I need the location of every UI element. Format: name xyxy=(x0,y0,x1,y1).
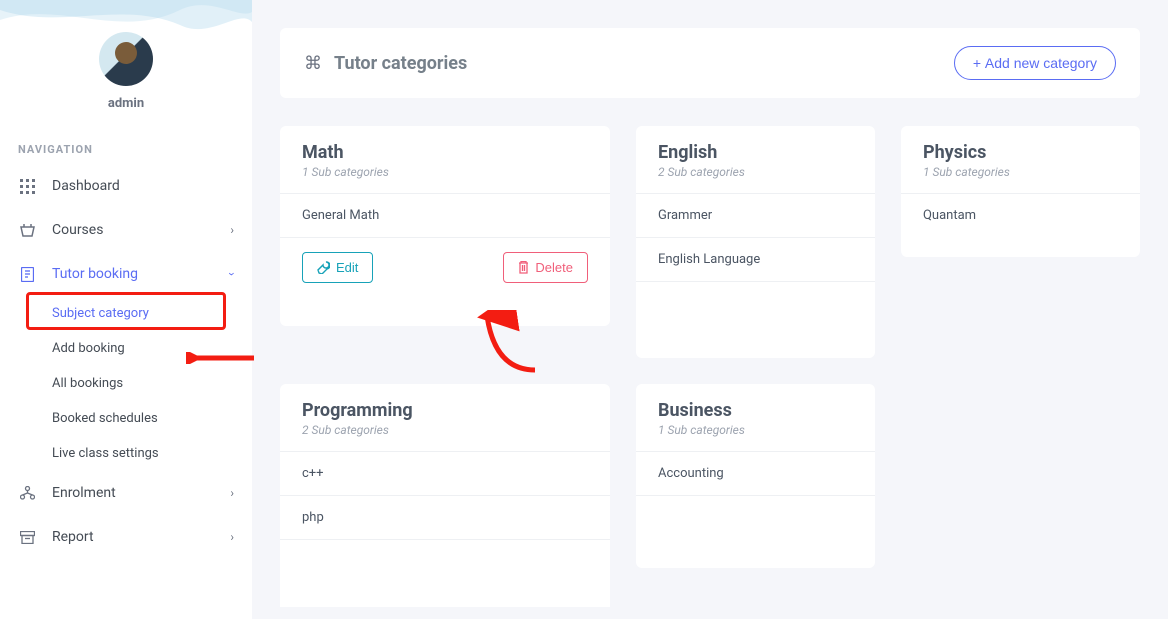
delete-button[interactable]: Delete xyxy=(503,252,588,283)
profile-block: admin xyxy=(0,8,252,123)
trash-icon xyxy=(518,261,529,274)
subcategory-row[interactable]: php xyxy=(280,495,610,539)
category-subtitle: 1 Sub categories xyxy=(658,423,853,437)
category-card-physics[interactable]: Physics 1 Sub categories Quantam xyxy=(901,126,1140,257)
category-card-math[interactable]: Math 1 Sub categories General Math Edit … xyxy=(280,126,610,326)
avatar xyxy=(99,32,153,86)
subcategory-row[interactable]: General Math xyxy=(280,193,610,237)
submenu-tutor-booking: Subject category Add booking All booking… xyxy=(0,296,252,471)
category-subtitle: 2 Sub categories xyxy=(658,165,853,179)
sidebar-item-label: Tutor booking xyxy=(52,266,138,282)
sub-item-live-class-settings[interactable]: Live class settings xyxy=(52,436,252,471)
hierarchy-icon xyxy=(18,486,36,500)
subcategory-row[interactable]: Grammer xyxy=(636,193,875,237)
chevron-down-icon: › xyxy=(225,272,239,276)
sidebar-item-report[interactable]: Report › xyxy=(0,515,252,559)
category-title: English xyxy=(658,142,853,163)
page-header: ⌘ Tutor categories + Add new category xyxy=(280,28,1140,98)
sidebar-item-label: Courses xyxy=(52,222,103,238)
sub-item-subject-category[interactable]: Subject category xyxy=(52,296,252,331)
username: admin xyxy=(0,96,252,111)
chevron-right-icon: › xyxy=(230,530,234,544)
note-icon xyxy=(18,267,36,282)
sidebar-item-label: Enrolment xyxy=(52,485,116,501)
sub-item-all-bookings[interactable]: All bookings xyxy=(52,366,252,401)
wrench-icon xyxy=(317,261,330,274)
subcategory-actions: Edit Delete xyxy=(280,237,610,297)
grid-icon xyxy=(18,179,36,194)
empty-row xyxy=(636,281,875,326)
command-icon: ⌘ xyxy=(304,53,322,74)
sidebar-item-courses[interactable]: Courses › xyxy=(0,208,252,252)
subcategory-row[interactable]: Accounting xyxy=(636,451,875,495)
sub-item-add-booking[interactable]: Add booking xyxy=(52,331,252,366)
category-title: Business xyxy=(658,400,853,421)
archive-icon xyxy=(18,531,36,544)
subcategory-row[interactable]: Quantam xyxy=(901,193,1140,237)
basket-icon xyxy=(18,224,36,237)
subcategory-row[interactable]: English Language xyxy=(636,237,875,281)
empty-row xyxy=(280,539,610,584)
category-subtitle: 1 Sub categories xyxy=(302,165,588,179)
nav-section-label: NAVIGATION xyxy=(0,123,252,164)
chevron-right-icon: › xyxy=(230,486,234,500)
sidebar: admin NAVIGATION Dashboard Courses › Tut… xyxy=(0,0,252,619)
sidebar-item-label: Report xyxy=(52,529,94,545)
category-card-english[interactable]: English 2 Sub categories Grammer English… xyxy=(636,126,875,358)
category-title: Programming xyxy=(302,400,588,421)
category-title: Physics xyxy=(923,142,1118,163)
main-content: ⌘ Tutor categories + Add new category Ma… xyxy=(252,0,1168,619)
plus-icon: + xyxy=(973,55,985,71)
edit-button[interactable]: Edit xyxy=(302,252,373,283)
sidebar-item-dashboard[interactable]: Dashboard xyxy=(0,164,252,208)
empty-row xyxy=(636,495,875,540)
add-new-category-button[interactable]: + Add new category xyxy=(954,46,1116,80)
sub-item-booked-schedules[interactable]: Booked schedules xyxy=(52,401,252,436)
category-card-programming[interactable]: Programming 2 Sub categories c++ php xyxy=(280,384,610,607)
sidebar-item-enrolment[interactable]: Enrolment › xyxy=(0,471,252,515)
sidebar-item-label: Dashboard xyxy=(52,178,120,194)
sidebar-item-tutor-booking[interactable]: Tutor booking › xyxy=(0,252,252,296)
categories-grid: Math 1 Sub categories General Math Edit … xyxy=(280,126,1140,607)
category-subtitle: 1 Sub categories xyxy=(923,165,1118,179)
category-card-business[interactable]: Business 1 Sub categories Accounting xyxy=(636,384,875,568)
chevron-right-icon: › xyxy=(230,223,234,237)
category-title: Math xyxy=(302,142,588,163)
subcategory-row[interactable]: c++ xyxy=(280,451,610,495)
page-title: Tutor categories xyxy=(334,53,954,74)
category-subtitle: 2 Sub categories xyxy=(302,423,588,437)
